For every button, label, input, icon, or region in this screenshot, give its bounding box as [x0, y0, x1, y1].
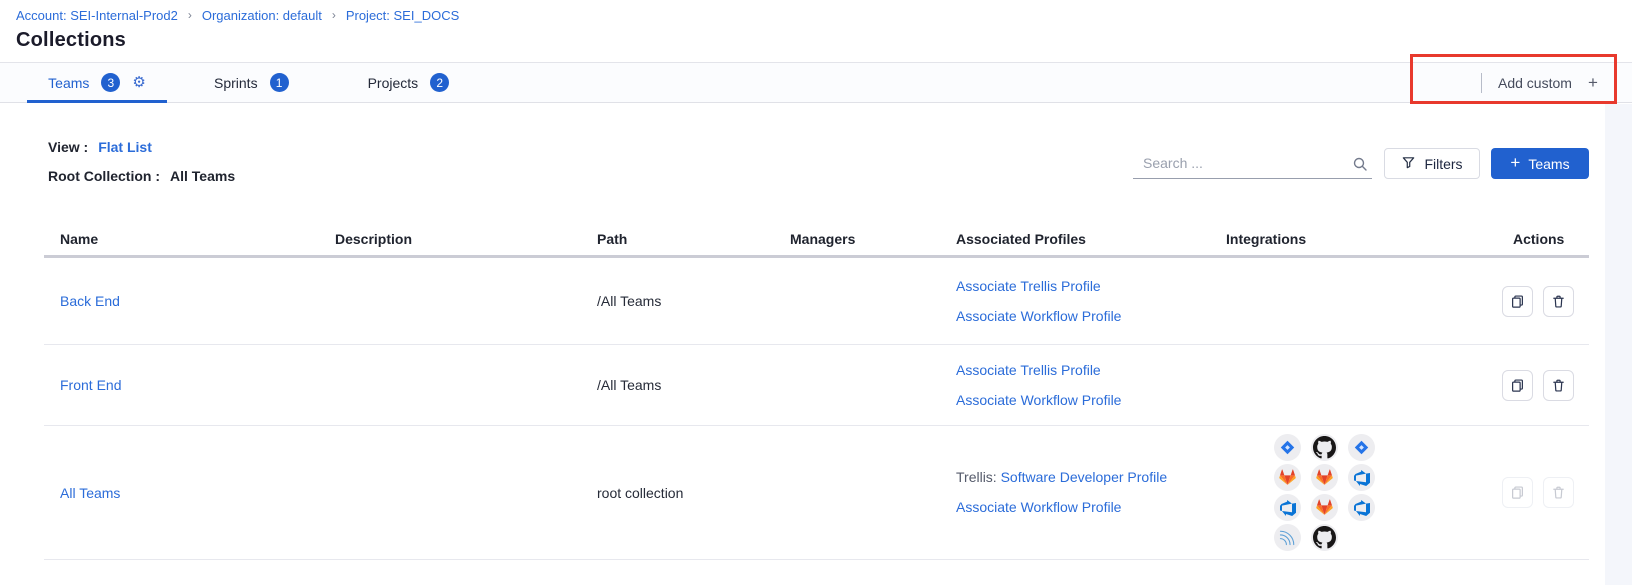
breadcrumb-link[interactable]: Project: SEI_DOCS: [346, 8, 459, 23]
view-bar: View : Flat List Root Collection : All T…: [48, 138, 235, 196]
profile-line: Associate Trellis Profile: [956, 360, 1226, 381]
breadcrumb-link[interactable]: Organization: default: [202, 8, 322, 23]
actions-cell: [1502, 477, 1589, 508]
funnel-icon: [1401, 155, 1416, 173]
column-header: Path: [597, 231, 790, 247]
tab-bar: Teams 3 ⚙ Sprints 1 Projects 2 Add custom +: [0, 62, 1632, 103]
delete-collection-button[interactable]: [1543, 286, 1574, 317]
clone-collection-button[interactable]: [1502, 286, 1533, 317]
github-icon[interactable]: [1311, 524, 1338, 551]
associated-profiles-cell: Associate Trellis Profile Associate Workf…: [956, 276, 1226, 327]
profile-link[interactable]: Software Developer Profile: [1001, 469, 1168, 485]
tab-projects[interactable]: Projects 2: [366, 63, 452, 102]
profile-line: Associate Trellis Profile: [956, 276, 1226, 297]
column-header: Associated Profiles: [956, 231, 1226, 247]
breadcrumb-link[interactable]: Account: SEI-Internal-Prod2: [16, 8, 178, 23]
table-row: Back End /All Teams Associate Trellis Pr…: [44, 258, 1589, 345]
filters-button[interactable]: Filters: [1384, 148, 1480, 179]
tab-label: Projects: [368, 75, 419, 91]
path-cell: /All Teams: [597, 377, 790, 393]
actions-cell: [1502, 286, 1589, 317]
profile-line: Trellis: Software Developer Profile: [956, 467, 1226, 488]
azure-devops-icon[interactable]: [1274, 494, 1301, 521]
jira-icon[interactable]: [1274, 434, 1301, 461]
associated-profiles-cell: Associate Trellis Profile Associate Workf…: [956, 360, 1226, 411]
breadcrumb-separator-icon: ›: [332, 8, 336, 22]
collections-table: NameDescriptionPathManagersAssociated Pr…: [44, 222, 1589, 560]
delete-collection-button: [1543, 477, 1574, 508]
add-custom-divider: [1481, 73, 1482, 93]
column-header: Actions: [1502, 231, 1589, 247]
page-background-strip: [1605, 104, 1632, 585]
add-custom-section: Add custom +: [1481, 63, 1598, 102]
gitlab-icon[interactable]: [1311, 464, 1338, 491]
profile-line: Associate Workflow Profile: [956, 497, 1226, 518]
profile-link[interactable]: Associate Workflow Profile: [956, 392, 1121, 408]
profile-link[interactable]: Associate Trellis Profile: [956, 362, 1101, 378]
clone-collection-button[interactable]: [1502, 370, 1533, 401]
path-cell: root collection: [597, 485, 790, 501]
filters-button-label: Filters: [1424, 156, 1462, 172]
profile-line: Associate Workflow Profile: [956, 390, 1226, 411]
associated-profiles-cell: Trellis: Software Developer Profile Assoc…: [956, 467, 1226, 518]
profile-line: Associate Workflow Profile: [956, 306, 1226, 327]
sonarqube-icon[interactable]: [1274, 524, 1301, 551]
breadcrumb: Account: SEI-Internal-Prod2 › Organization…: [16, 8, 459, 23]
collection-name-link[interactable]: Back End: [60, 293, 120, 309]
view-mode-link[interactable]: Flat List: [98, 138, 152, 156]
table-body: Back End /All Teams Associate Trellis Pr…: [44, 258, 1589, 560]
profile-link[interactable]: Associate Trellis Profile: [956, 278, 1101, 294]
delete-collection-button[interactable]: [1543, 370, 1574, 401]
tab-count-badge: 2: [430, 73, 449, 92]
tab-count-badge: 1: [270, 73, 289, 92]
table-header-row: NameDescriptionPathManagersAssociated Pr…: [44, 222, 1589, 258]
tab-count-badge: 3: [101, 73, 120, 92]
plus-icon: +: [1510, 154, 1520, 171]
profile-prefix: Trellis:: [956, 469, 1001, 485]
integration-icon-grid: [1274, 434, 1375, 551]
search-box: [1133, 151, 1372, 179]
add-custom-button[interactable]: Add custom: [1498, 75, 1572, 91]
profile-link[interactable]: Associate Workflow Profile: [956, 308, 1121, 324]
profile-link[interactable]: Associate Workflow Profile: [956, 499, 1121, 515]
path-cell: /All Teams: [597, 293, 790, 309]
gitlab-icon[interactable]: [1311, 494, 1338, 521]
root-collection-value: All Teams: [170, 167, 235, 185]
view-label: View :: [48, 138, 88, 156]
add-custom-plus-icon[interactable]: +: [1588, 73, 1598, 93]
azure-devops-icon[interactable]: [1348, 494, 1375, 521]
tab-label: Teams: [48, 75, 89, 91]
breadcrumb-separator-icon: ›: [188, 8, 192, 22]
tab-teams[interactable]: Teams 3 ⚙: [27, 63, 167, 102]
column-header: Integrations: [1226, 231, 1502, 247]
azure-devops-icon[interactable]: [1348, 464, 1375, 491]
integrations-cell: [1226, 434, 1502, 551]
gitlab-icon[interactable]: [1274, 464, 1301, 491]
github-icon[interactable]: [1311, 434, 1338, 461]
column-header: Name: [60, 231, 335, 247]
tab-sprints[interactable]: Sprints 1: [212, 63, 291, 102]
collection-name-link[interactable]: Front End: [60, 377, 121, 393]
actions-cell: [1502, 370, 1589, 401]
add-teams-button[interactable]: + Teams: [1491, 148, 1589, 179]
column-header: Managers: [790, 231, 956, 247]
tab-list: Teams 3 ⚙ Sprints 1 Projects 2: [0, 63, 451, 102]
collection-name-link[interactable]: All Teams: [60, 485, 120, 501]
search-input[interactable]: [1133, 151, 1372, 178]
jira-icon[interactable]: [1348, 434, 1375, 461]
table-row: Front End /All Teams Associate Trellis P…: [44, 345, 1589, 426]
clone-collection-button: [1502, 477, 1533, 508]
gear-icon[interactable]: ⚙: [132, 75, 145, 90]
column-header: Description: [335, 231, 597, 247]
add-teams-button-label: Teams: [1528, 156, 1569, 172]
search-icon: [1352, 156, 1368, 177]
page-title: Collections: [16, 29, 126, 52]
collections-page: Account: SEI-Internal-Prod2 › Organization…: [0, 0, 1632, 585]
root-collection-label: Root Collection :: [48, 167, 160, 185]
tab-label: Sprints: [214, 75, 258, 91]
table-row: All Teams root collection Trellis: Softw…: [44, 426, 1589, 560]
